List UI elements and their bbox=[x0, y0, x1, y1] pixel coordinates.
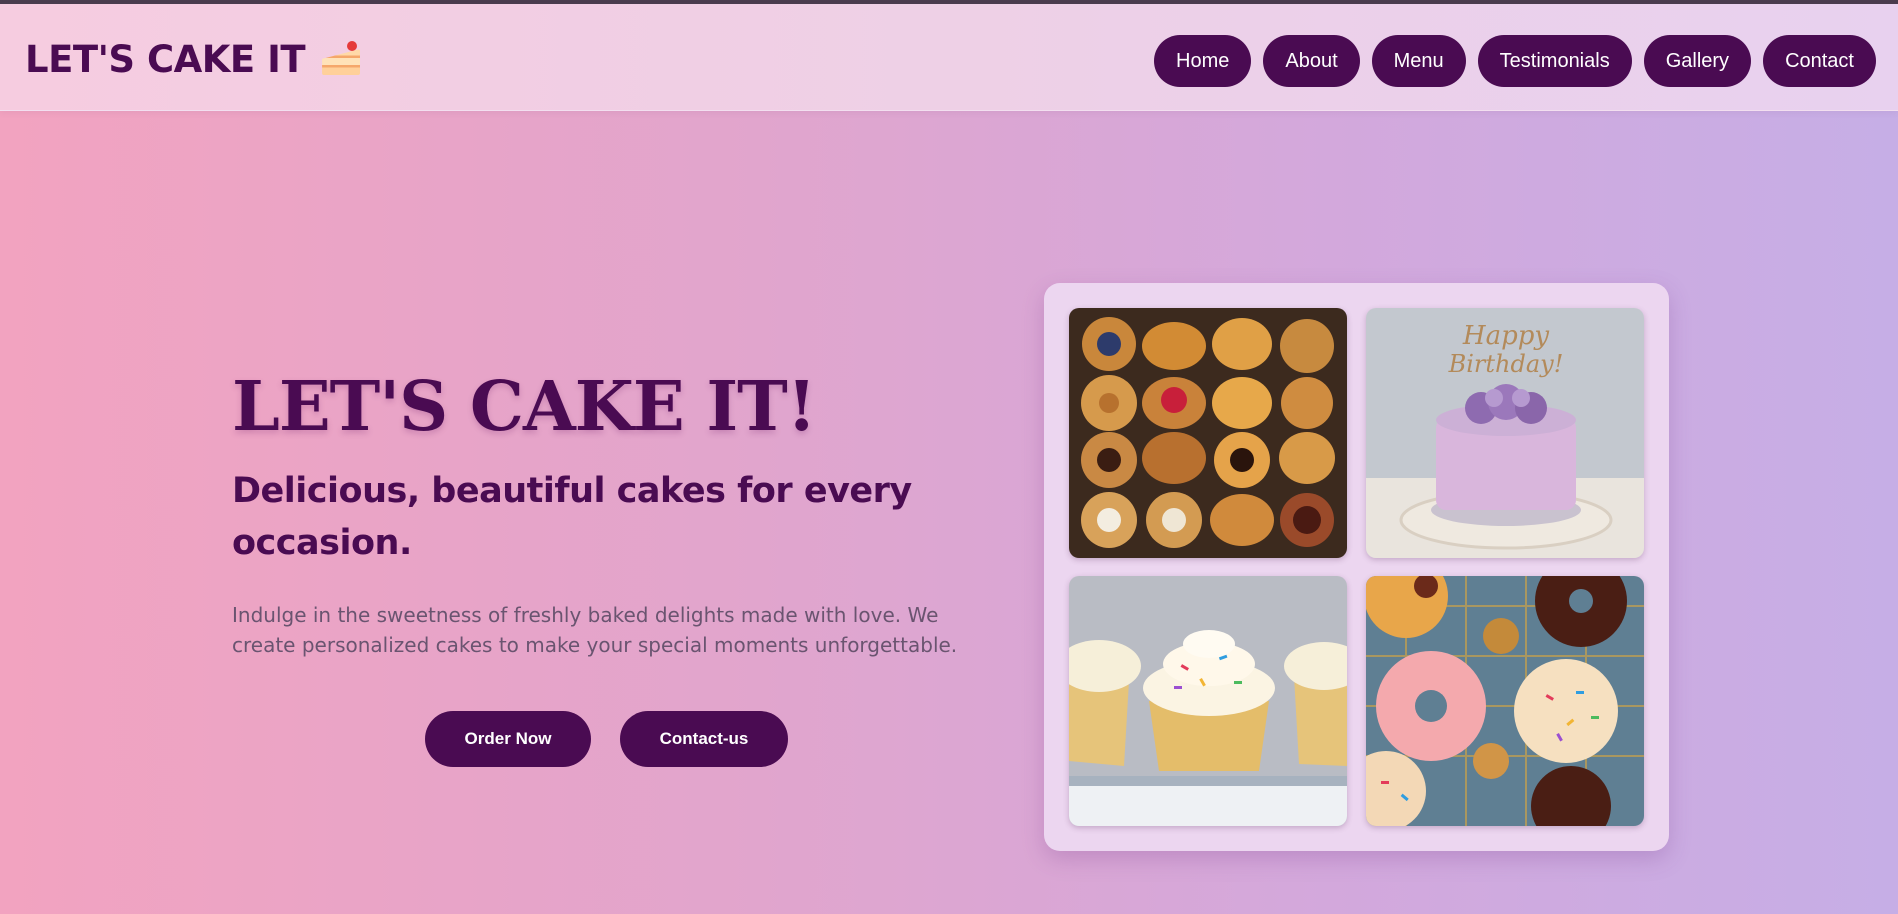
nav-testimonials-button[interactable]: Testimonials bbox=[1477, 35, 1632, 87]
hero-actions: Order Now Contact-us bbox=[425, 711, 788, 767]
site-header: LET'S CAKE IT Home About Menu Testimonia… bbox=[0, 4, 1898, 111]
cake-slice-icon bbox=[319, 37, 363, 81]
nav-gallery-button[interactable]: Gallery bbox=[1643, 35, 1752, 87]
hero-title: LET'S CAKE IT! bbox=[232, 367, 817, 447]
nav-home-button[interactable]: Home bbox=[1154, 35, 1252, 87]
main-nav: Home About Menu Testimonials Gallery Con… bbox=[1154, 35, 1876, 87]
cupcakes-image bbox=[1069, 576, 1347, 826]
cake-topper-line1: Happy bbox=[1462, 321, 1549, 351]
contact-us-button[interactable]: Contact-us bbox=[620, 711, 788, 767]
hero-section: LET'S CAKE IT! Delicious, beautiful cake… bbox=[232, 370, 992, 660]
gallery-card: Happy Birthday! bbox=[1044, 283, 1669, 851]
nav-menu-button[interactable]: Menu bbox=[1371, 35, 1466, 87]
donuts-image bbox=[1366, 576, 1644, 826]
site-logo[interactable]: LET'S CAKE IT bbox=[25, 34, 363, 84]
hero-subtitle: Delicious, beautiful cakes for every occ… bbox=[232, 470, 912, 564]
order-now-button[interactable]: Order Now bbox=[425, 711, 591, 767]
nav-about-button[interactable]: About bbox=[1263, 35, 1360, 87]
hero-description: Indulge in the sweetness of freshly bake… bbox=[232, 602, 958, 657]
birthday-cake-image: Happy Birthday! bbox=[1366, 308, 1644, 558]
nav-contact-button[interactable]: Contact bbox=[1763, 35, 1876, 87]
pastries-image bbox=[1069, 308, 1347, 558]
logo-text: LET'S CAKE IT bbox=[25, 37, 306, 81]
cake-topper-line2: Birthday! bbox=[1448, 350, 1564, 378]
